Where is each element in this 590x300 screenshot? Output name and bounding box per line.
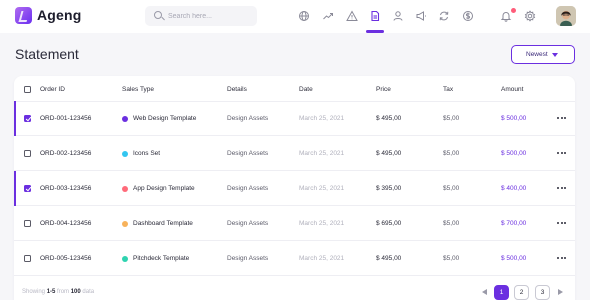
- next-page-icon[interactable]: [558, 289, 563, 295]
- amount: $ 500,00: [501, 115, 527, 122]
- sort-dropdown-label: Newest: [526, 51, 548, 58]
- tax: $5,00: [443, 115, 460, 122]
- details: Design Assets: [227, 220, 269, 227]
- statement-table: Order ID Sales Type Details Date Price T…: [14, 76, 575, 300]
- summary-suffix: data: [82, 289, 95, 295]
- tax: $5,00: [443, 220, 460, 227]
- price: $ 495,00: [376, 150, 402, 157]
- table-row[interactable]: ORD-004-123456 Dashboard Template Design…: [14, 206, 575, 241]
- tax: $5,00: [443, 185, 460, 192]
- order-id: ORD-003-123456: [40, 185, 92, 192]
- table-row[interactable]: ORD-001-123456 Web Design Template Desig…: [14, 101, 575, 136]
- more-options-icon[interactable]: [557, 116, 566, 120]
- column-header-order-id[interactable]: Order ID: [40, 86, 65, 93]
- page-title: Statement: [15, 46, 79, 62]
- refresh-icon[interactable]: [436, 8, 452, 24]
- order-id: ORD-005-123456: [40, 255, 92, 262]
- user-icon[interactable]: [390, 8, 406, 24]
- sales-type: Icons Set: [133, 150, 161, 157]
- globe-icon[interactable]: [296, 8, 312, 24]
- date: March 25, 2021: [299, 115, 345, 122]
- active-nav-indicator: [366, 30, 384, 33]
- row-checkbox[interactable]: [24, 255, 31, 262]
- price: $ 495,00: [376, 115, 402, 122]
- price: $ 695,00: [376, 220, 402, 227]
- summary-from: from: [57, 289, 70, 295]
- sales-type-dot: [122, 256, 128, 262]
- row-checkbox[interactable]: [24, 220, 31, 227]
- sales-type: Web Design Template: [133, 115, 197, 122]
- more-options-icon[interactable]: [557, 256, 566, 260]
- sales-type: Pitchdeck Template: [133, 255, 190, 262]
- summary-total: 100: [70, 289, 81, 295]
- dollar-icon[interactable]: [460, 8, 476, 24]
- row-checkbox[interactable]: [24, 150, 31, 157]
- search-input[interactable]: [168, 9, 253, 23]
- caret-down-icon: [552, 53, 558, 57]
- trending-icon[interactable]: [320, 8, 336, 24]
- search-icon: [154, 11, 162, 19]
- order-id: ORD-002-123456: [40, 150, 92, 157]
- date: March 25, 2021: [299, 255, 345, 262]
- pagination-summary: Showing 1-5 from 100 data: [22, 289, 94, 295]
- prev-page-icon[interactable]: [482, 289, 487, 295]
- date: March 25, 2021: [299, 185, 345, 192]
- sales-type: App Design Template: [133, 185, 195, 192]
- sort-dropdown[interactable]: Newest: [511, 45, 575, 64]
- document-icon[interactable]: [367, 8, 383, 24]
- more-options-icon[interactable]: [557, 151, 566, 155]
- tax: $5,00: [443, 255, 460, 262]
- order-id: ORD-001-123456: [40, 115, 92, 122]
- date: March 25, 2021: [299, 150, 345, 157]
- more-options-icon[interactable]: [557, 221, 566, 225]
- table-row[interactable]: ORD-003-123456 App Design Template Desig…: [14, 171, 575, 206]
- table-row[interactable]: ORD-005-123456 Pitchdeck Template Design…: [14, 241, 575, 276]
- top-bar: Ageng: [0, 0, 590, 33]
- column-header-sales-type[interactable]: Sales Type: [122, 86, 154, 93]
- search-box[interactable]: [145, 6, 257, 26]
- sales-type-dot: [122, 151, 128, 157]
- page-button-3[interactable]: 3: [535, 285, 550, 300]
- details: Design Assets: [227, 185, 269, 192]
- column-header-details[interactable]: Details: [227, 86, 247, 93]
- details: Design Assets: [227, 115, 269, 122]
- sales-type-dot: [122, 221, 128, 227]
- column-header-tax[interactable]: Tax: [443, 86, 453, 93]
- tax: $5,00: [443, 150, 460, 157]
- amount: $ 500,00: [501, 255, 527, 262]
- summary-prefix: Showing: [22, 289, 46, 295]
- sales-type: Dashboard Template: [133, 220, 193, 227]
- column-header-date[interactable]: Date: [299, 86, 313, 93]
- column-header-amount[interactable]: Amount: [501, 86, 523, 93]
- date: March 25, 2021: [299, 220, 345, 227]
- amount: $ 700,00: [501, 220, 527, 227]
- select-all-checkbox[interactable]: [24, 86, 31, 93]
- page-button-2[interactable]: 2: [514, 285, 529, 300]
- details: Design Assets: [227, 255, 269, 262]
- summary-range: 1-5: [46, 289, 56, 295]
- sales-type-dot: [122, 186, 128, 192]
- details: Design Assets: [227, 150, 269, 157]
- table-row[interactable]: ORD-002-123456 Icons Set Design Assets M…: [14, 136, 575, 171]
- page-button-1[interactable]: 1: [494, 285, 509, 300]
- price: $ 395,00: [376, 185, 402, 192]
- table-header: Order ID Sales Type Details Date Price T…: [14, 76, 575, 102]
- avatar[interactable]: [556, 6, 576, 26]
- megaphone-icon[interactable]: [413, 8, 429, 24]
- logo-icon[interactable]: [15, 7, 32, 24]
- row-checkbox[interactable]: [24, 115, 31, 122]
- row-checkbox[interactable]: [24, 185, 31, 192]
- brand-name: Ageng: [37, 7, 82, 23]
- column-header-price[interactable]: Price: [376, 86, 391, 93]
- price: $ 495,00: [376, 255, 402, 262]
- sales-type-dot: [122, 116, 128, 122]
- amount: $ 400,00: [501, 185, 527, 192]
- more-options-icon[interactable]: [557, 186, 566, 190]
- gear-icon[interactable]: [522, 8, 538, 24]
- alert-triangle-icon[interactable]: [344, 8, 360, 24]
- notification-badge: [511, 8, 516, 13]
- order-id: ORD-004-123456: [40, 220, 92, 227]
- amount: $ 500,00: [501, 150, 527, 157]
